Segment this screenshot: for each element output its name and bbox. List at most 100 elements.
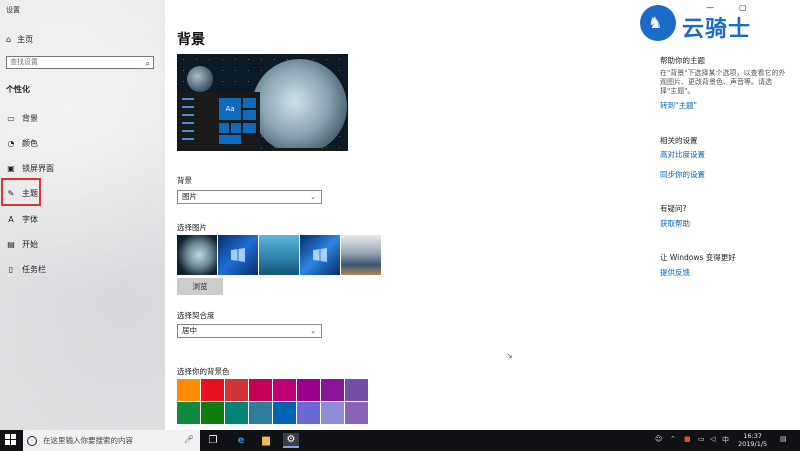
color-swatch[interactable] — [177, 402, 200, 424]
preview-large-planet — [252, 59, 347, 151]
choose-picture-label: 选择图片 — [177, 223, 207, 232]
picture-thumbnail[interactable] — [177, 235, 217, 275]
sidebar-item-taskbar[interactable]: ▯ 任务栏 — [6, 264, 46, 275]
picture-thumbnail[interactable] — [259, 235, 299, 275]
antivirus-tray-icon[interactable]: ■ — [684, 435, 691, 443]
background-label: 背景 — [177, 176, 192, 185]
brand-name: 云骑士 — [682, 17, 752, 42]
taskbar-search-text: 在这里输入你要搜索的内容 — [43, 436, 133, 445]
sidebar-item-lock-screen[interactable]: ▣ 锁屏界面 — [6, 163, 54, 174]
taskbar-search-box[interactable]: 在这里输入你要搜索的内容 🎤︎ — [23, 430, 200, 451]
people-icon[interactable]: ☺ — [655, 435, 662, 443]
network-icon[interactable]: ▭ — [698, 435, 705, 443]
start-icon: ▤ — [7, 240, 15, 249]
chevron-down-icon: ⌄ — [310, 193, 316, 201]
color-swatch[interactable] — [321, 402, 344, 424]
sidebar-item-label: 颜色 — [22, 139, 38, 148]
improve-windows-heading: 让 Windows 变得更好 — [660, 253, 736, 262]
sidebar-item-label: 锁屏界面 — [22, 164, 54, 173]
clock-date: 2019/1/5 — [738, 440, 768, 448]
fit-dropdown[interactable]: 居中 ⌄ — [177, 324, 322, 338]
sync-settings-link[interactable]: 同步你的设置 — [660, 169, 705, 180]
task-view-icon[interactable]: ❐ — [205, 433, 221, 448]
microphone-icon: 🎤︎ — [183, 435, 194, 444]
chevron-down-icon: ⌄ — [310, 327, 316, 335]
highlight-box — [1, 178, 41, 206]
fit-label: 选择契合度 — [177, 311, 215, 320]
help-theme-text: 在"背景"下选择某个选项，以查看它的外观图片、更改背景色、声音等。请选择"主题"… — [660, 69, 786, 95]
settings-search-input[interactable]: 查找设置 ⌕ — [6, 56, 154, 69]
search-icon: ⌕ — [145, 59, 150, 68]
preview-start-menu — [177, 92, 215, 148]
color-swatch[interactable] — [201, 402, 224, 424]
sidebar-item-colors[interactable]: ◔ 颜色 — [6, 138, 39, 149]
color-swatch[interactable] — [297, 379, 320, 401]
sidebar-item-label: 开始 — [22, 240, 38, 249]
minimize-button[interactable]: — — [706, 3, 714, 12]
picture-thumbnail[interactable] — [300, 235, 340, 275]
cortana-icon — [27, 435, 37, 446]
related-settings-heading: 相关的设置 — [660, 136, 698, 145]
background-type-dropdown[interactable]: 图片 ⌄ — [177, 190, 322, 204]
sidebar-item-label: 字体 — [22, 215, 38, 224]
preview-taskbar — [177, 148, 348, 151]
picture-thumbnail[interactable] — [341, 235, 381, 275]
sidebar-item-label: 任务栏 — [22, 265, 46, 274]
color-swatch[interactable] — [297, 402, 320, 424]
palette-icon: ◔ — [7, 139, 15, 148]
picture-thumbnail[interactable] — [218, 235, 258, 275]
taskbar-clock[interactable]: 16:37 2019/1/5 — [738, 432, 767, 448]
preview-small-planet — [187, 66, 213, 92]
sidebar-section-personalization: 个性化 — [6, 85, 30, 94]
settings-main-pane: 背景 Aa 背景 图片 ⌄ 选择图片 浏览 选择契合度 居中 ⌄ ↘ 选择你的背… — [165, 0, 800, 430]
picture-thumbnails — [177, 235, 381, 275]
color-swatch[interactable] — [225, 379, 248, 401]
taskbar-icon: ▯ — [8, 265, 14, 274]
sidebar-item-background[interactable]: ▭ 背景 — [6, 113, 38, 124]
color-swatch[interactable] — [249, 402, 272, 424]
background-preview: Aa — [177, 54, 348, 151]
color-swatch[interactable] — [321, 379, 344, 401]
volume-icon[interactable]: ◁ — [710, 435, 715, 443]
knight-icon: ♞ — [648, 13, 663, 32]
color-swatch[interactable] — [345, 402, 368, 424]
color-swatch[interactable] — [345, 379, 368, 401]
search-placeholder: 查找设置 — [10, 58, 38, 66]
windows-taskbar: 在这里输入你要搜索的内容 🎤︎ ❐ e ▆ ⚙ ☺ ⌃ ■ ▭ ◁ 中 16:3… — [0, 430, 800, 451]
notification-center-icon[interactable]: ▤ — [780, 435, 787, 443]
sidebar-item-fonts[interactable]: A 字体 — [6, 214, 38, 225]
background-color-label: 选择你的背景色 — [177, 367, 230, 376]
color-swatch[interactable] — [249, 379, 272, 401]
color-swatch[interactable] — [273, 402, 296, 424]
get-help-link[interactable]: 获取帮助 — [660, 218, 690, 229]
sidebar-item-label: 背景 — [22, 114, 38, 123]
sidebar-item-start[interactable]: ▤ 开始 — [6, 239, 38, 250]
color-swatch[interactable] — [201, 379, 224, 401]
give-feedback-link[interactable]: 提供反馈 — [660, 267, 690, 278]
maximize-button[interactable]: ▢ — [739, 3, 747, 12]
color-swatch[interactable] — [225, 402, 248, 424]
windows-logo-icon — [5, 434, 10, 439]
mouse-cursor-icon: ↘ — [506, 351, 513, 360]
app-title: 设置 — [6, 6, 20, 14]
windows-logo-icon — [231, 248, 245, 262]
clock-time: 16:37 — [743, 432, 762, 440]
sidebar-home-link[interactable]: ⌂ 主页 — [6, 34, 33, 45]
file-explorer-icon[interactable]: ▆ — [258, 433, 274, 448]
lock-screen-icon: ▣ — [7, 164, 15, 173]
settings-sidebar: 设置 ⌂ 主页 查找设置 ⌕ 个性化 ▭ 背景 ◔ 颜色 ▣ 锁屏界面 ✎ 主题… — [0, 0, 165, 430]
high-contrast-link[interactable]: 高对比度设置 — [660, 149, 705, 160]
home-icon: ⌂ — [6, 35, 12, 44]
background-type-value: 图片 — [182, 192, 197, 201]
browse-button[interactable]: 浏览 — [177, 278, 223, 295]
go-to-themes-link[interactable]: 转到"主题" — [660, 100, 697, 111]
edge-browser-icon[interactable]: e — [233, 433, 249, 448]
settings-app-icon[interactable]: ⚙ — [283, 433, 299, 448]
tray-chevron-up-icon[interactable]: ⌃ — [670, 435, 676, 443]
color-swatch[interactable] — [273, 379, 296, 401]
background-color-grid — [177, 379, 368, 424]
start-button[interactable] — [5, 434, 17, 446]
ime-indicator[interactable]: 中 — [722, 435, 729, 445]
color-swatch[interactable] — [177, 379, 200, 401]
sidebar-home-label: 主页 — [17, 35, 34, 44]
